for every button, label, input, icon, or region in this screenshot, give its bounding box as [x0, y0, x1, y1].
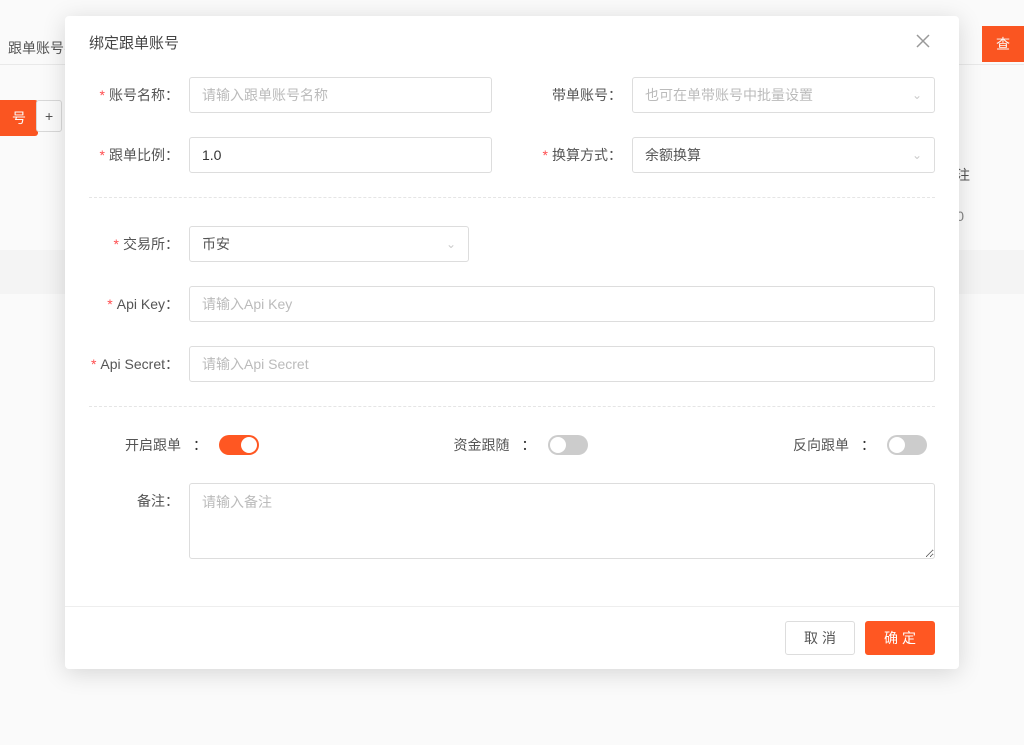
- field-exchange: *交易所： 币安 ⌄: [89, 226, 935, 262]
- exchange-select[interactable]: 币安 ⌄: [189, 226, 469, 262]
- follow-ratio-input[interactable]: [189, 137, 492, 173]
- modal-header: 绑定跟单账号: [65, 16, 959, 69]
- label-exchange: *交易所：: [89, 234, 189, 254]
- reverse-follow-switch[interactable]: [887, 435, 927, 455]
- fund-follow-switch[interactable]: [548, 435, 588, 455]
- label-api-secret-text: Api Secret: [100, 356, 165, 372]
- label-remark-text: 备注: [137, 493, 165, 509]
- field-remark: 备注：: [89, 483, 935, 562]
- label-convert-mode: *换算方式：: [532, 145, 632, 165]
- remark-textarea[interactable]: [189, 483, 935, 559]
- chevron-down-icon: ⌄: [446, 237, 456, 251]
- chevron-down-icon: ⌄: [912, 88, 922, 102]
- divider: [89, 406, 935, 407]
- label-account-name-text: 账号名称: [109, 87, 165, 103]
- label-exchange-text: 交易所: [123, 236, 165, 252]
- field-api-key: *Api Key：: [89, 286, 935, 322]
- close-button[interactable]: [915, 33, 935, 53]
- switch-group-fund-follow: 资金跟随：: [385, 435, 656, 455]
- field-account-name: *账号名称：: [89, 77, 492, 113]
- field-api-secret: *Api Secret：: [89, 346, 935, 382]
- label-master-account: 带单账号：: [532, 85, 632, 105]
- modal-title: 绑定跟单账号: [89, 32, 179, 53]
- chevron-down-icon: ⌄: [912, 148, 922, 162]
- switch-group-enable-follow: 开启跟单：: [125, 435, 385, 455]
- field-follow-ratio: *跟单比例：: [89, 137, 492, 173]
- bind-follow-account-modal: 绑定跟单账号 *账号名称： 带单账号： 也可在单带账号中批量设: [65, 16, 959, 669]
- label-reverse-follow: 反向跟单: [793, 435, 849, 455]
- switch-thumb: [889, 437, 905, 453]
- label-fund-follow: 资金跟随: [454, 435, 510, 455]
- modal-footer: 取消 确定: [65, 606, 959, 669]
- close-icon: [915, 33, 931, 49]
- switch-thumb: [241, 437, 257, 453]
- confirm-button[interactable]: 确定: [865, 621, 935, 655]
- cancel-button[interactable]: 取消: [785, 621, 855, 655]
- label-follow-ratio: *跟单比例：: [89, 145, 189, 165]
- convert-mode-select[interactable]: 余额换算 ⌄: [632, 137, 935, 173]
- switch-thumb: [550, 437, 566, 453]
- api-secret-input[interactable]: [189, 346, 935, 382]
- label-api-key: *Api Key：: [89, 294, 189, 314]
- field-master-account: 带单账号： 也可在单带账号中批量设置 ⌄: [532, 77, 935, 113]
- label-follow-ratio-text: 跟单比例: [109, 147, 165, 163]
- label-remark: 备注：: [89, 483, 189, 511]
- enable-follow-switch[interactable]: [219, 435, 259, 455]
- modal-overlay: 绑定跟单账号 *账号名称： 带单账号： 也可在单带账号中批量设: [0, 0, 1024, 745]
- exchange-value: 币安: [202, 234, 230, 254]
- api-key-input[interactable]: [189, 286, 935, 322]
- divider: [89, 197, 935, 198]
- modal-body: *账号名称： 带单账号： 也可在单带账号中批量设置 ⌄: [65, 69, 959, 606]
- label-enable-follow: 开启跟单: [125, 435, 181, 455]
- label-convert-mode-text: 换算方式: [552, 147, 608, 163]
- label-api-secret: *Api Secret：: [89, 354, 189, 374]
- master-account-select[interactable]: 也可在单带账号中批量设置 ⌄: [632, 77, 935, 113]
- switch-row: 开启跟单： 资金跟随： 反向跟单：: [89, 435, 935, 455]
- master-account-placeholder: 也可在单带账号中批量设置: [645, 85, 813, 105]
- field-convert-mode: *换算方式： 余额换算 ⌄: [532, 137, 935, 173]
- account-name-input[interactable]: [189, 77, 492, 113]
- convert-mode-value: 余额换算: [645, 145, 701, 165]
- label-account-name: *账号名称：: [89, 85, 189, 105]
- switch-group-reverse-follow: 反向跟单：: [656, 435, 935, 455]
- label-master-account-text: 带单账号: [552, 87, 608, 103]
- label-api-key-text: Api Key: [117, 296, 165, 312]
